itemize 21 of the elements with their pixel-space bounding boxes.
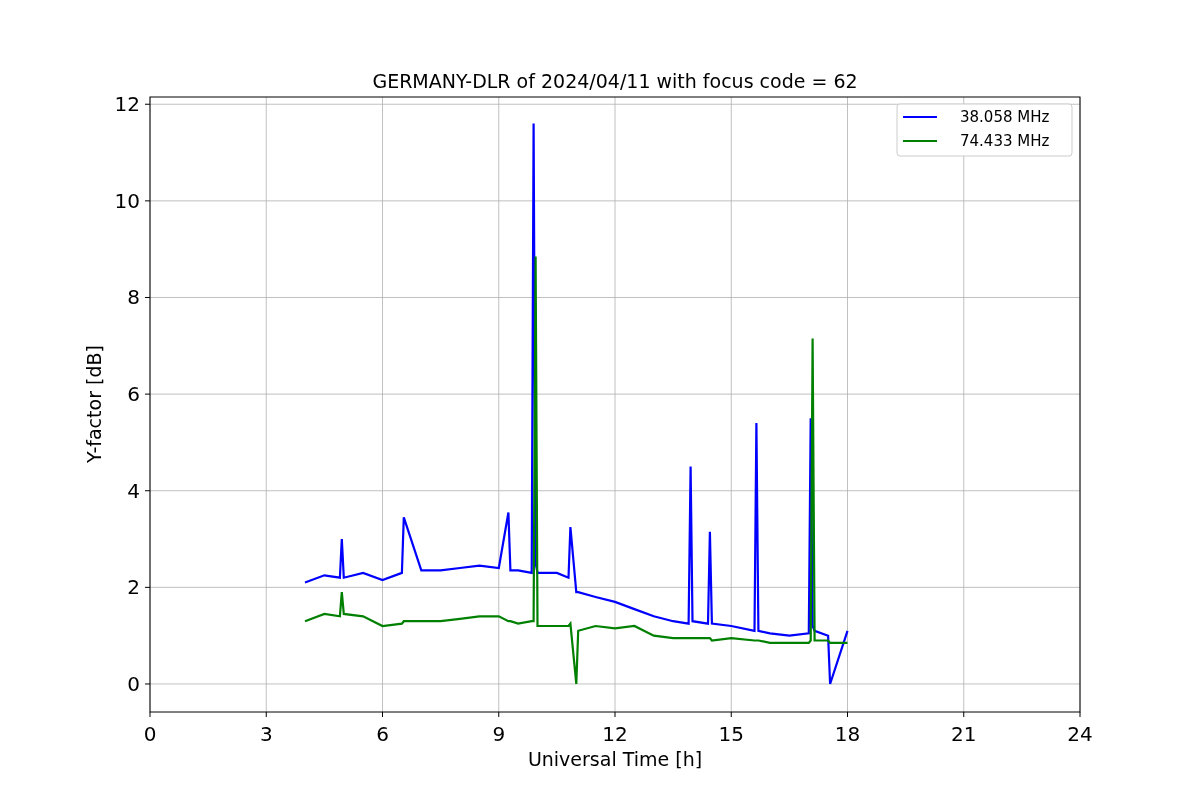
y-tick-label: 4	[127, 478, 140, 503]
y-tick-label: 0	[127, 672, 140, 696]
x-tick-label: 21	[951, 722, 977, 746]
legend-label: 74.433 MHz	[960, 132, 1050, 150]
x-axis-label: Universal Time [h]	[527, 748, 703, 770]
y-tick-label: 6	[127, 382, 140, 407]
x-tick-label: 24	[1067, 722, 1093, 746]
x-tick-label: 3	[259, 722, 273, 746]
x-tick-label: 18	[834, 722, 861, 746]
x-tick-label: 12	[602, 722, 628, 746]
y-axis-label: Y-factor [dB]	[83, 345, 105, 463]
legend-label: 38.058 MHz	[960, 108, 1050, 126]
y-tick-label: 10	[114, 188, 140, 213]
y-tick-label: 2	[127, 575, 140, 600]
chart-title: GERMANY-DLR of 2024/04/11 with focus code = 62	[372, 70, 858, 92]
x-tick-label: 6	[376, 722, 389, 746]
x-tick-label: 9	[492, 722, 506, 746]
y-tick-label: 12	[114, 92, 140, 117]
x-tick-label: 0	[143, 722, 157, 746]
x-tick-label: 15	[718, 722, 744, 746]
y-tick-label: 8	[127, 285, 140, 310]
